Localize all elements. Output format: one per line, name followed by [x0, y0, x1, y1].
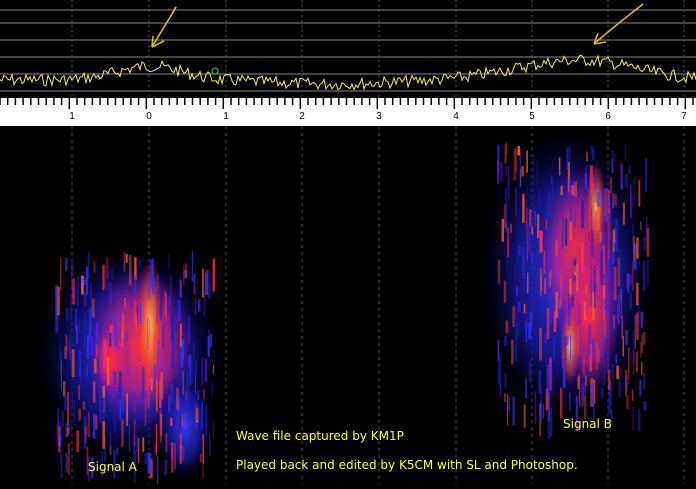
ruler-label: 3 [376, 111, 382, 122]
signal-a-label: Signal A [88, 460, 137, 474]
arrow-signal-a [151, 6, 177, 48]
ruler-label: 1 [69, 111, 75, 122]
spectrum-gridlines [0, 9, 696, 92]
ruler-label: 1 [223, 111, 229, 122]
edit-credit: Played back and edited by K5CM with SL a… [236, 458, 578, 472]
spectrum-display [0, 0, 696, 98]
ruler-label: 5 [529, 111, 535, 122]
signal-b-label: Signal B [563, 417, 612, 431]
ruler-label: 0 [146, 111, 152, 122]
frequency-ruler: 1 0 1 2 3 4 5 6 7 [0, 98, 696, 126]
ruler-label: 6 [605, 111, 611, 122]
ruler-label: 7 [681, 111, 687, 122]
capture-credit: Wave file captured by KM1P [236, 429, 404, 443]
marker-circle [211, 67, 219, 75]
ruler-label: 2 [299, 111, 305, 122]
waterfall-display: Signal A Signal B Wave file captured by … [0, 126, 696, 489]
ruler-ticks [0, 98, 694, 109]
spectrum-trace [0, 54, 696, 91]
spectrum-graph [0, 0, 696, 98]
ruler-label: 4 [453, 111, 459, 122]
